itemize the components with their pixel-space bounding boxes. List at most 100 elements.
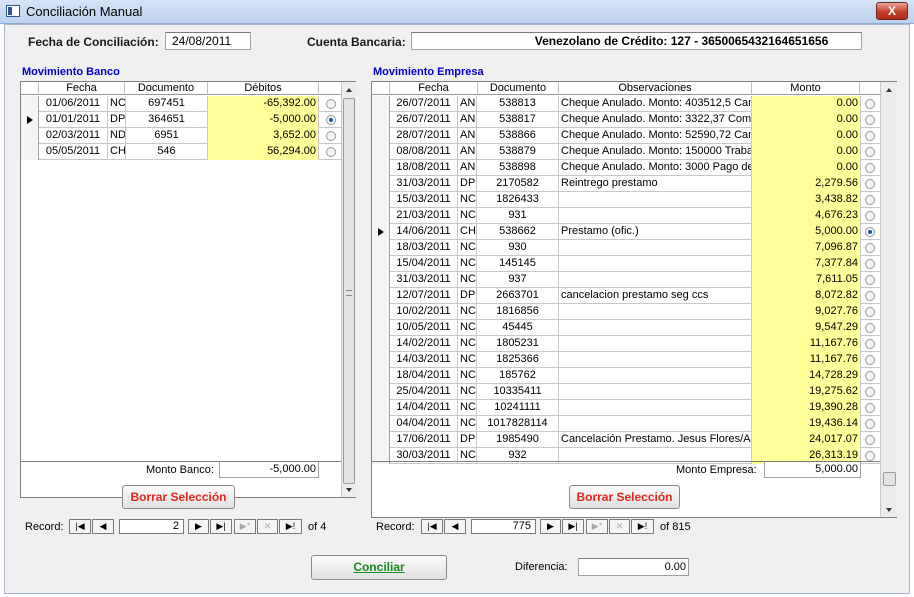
empresa-cell-documento[interactable]: 2663701 (477, 288, 559, 304)
empresa-cell-tipo[interactable]: AN (458, 112, 477, 128)
empresa-cell-documento[interactable]: 1017828114 (477, 416, 559, 432)
empresa-cell-fecha[interactable]: 15/04/2011 (390, 256, 458, 272)
banco-cell-tipo[interactable]: ND (108, 128, 126, 144)
empresa-cell-documento[interactable]: 538866 (477, 128, 559, 144)
select-radio-icon[interactable] (865, 323, 875, 333)
empresa-cell-tipo[interactable]: NC (458, 240, 477, 256)
empresa-cell-tipo[interactable]: AN (458, 128, 477, 144)
select-radio-icon[interactable] (865, 179, 875, 189)
empresa-cell-obs[interactable] (559, 192, 752, 208)
empresa-cell-obs[interactable]: Cancelación Prestamo. Jesus Flores/Apl (559, 432, 752, 448)
empresa-cell-tipo[interactable]: NC (458, 192, 477, 208)
empresa-cell-monto[interactable]: 0.00 (752, 160, 861, 176)
empresa-cell-fecha[interactable]: 08/08/2011 (390, 144, 458, 160)
empresa-scroll-thumb[interactable] (883, 472, 896, 486)
banco-cell-monto[interactable]: -65,392.00 (208, 96, 319, 112)
banco-cell-documento[interactable]: 6951 (126, 128, 208, 144)
empresa-last-record-icon[interactable]: ▶| (562, 519, 584, 534)
empresa-row[interactable]: 17/06/2011 DP 1985490 Cancelación Prestamo.… (372, 432, 880, 448)
select-radio-icon[interactable] (865, 243, 875, 253)
empresa-cell-monto[interactable]: 11,167.76 (752, 352, 861, 368)
empresa-cell-monto[interactable]: 7,611.05 (752, 272, 861, 288)
empresa-record-number[interactable]: 775 (471, 519, 536, 534)
empresa-cell-obs[interactable] (559, 320, 752, 336)
empresa-cell-monto[interactable]: 2,279.56 (752, 176, 861, 192)
record-selector[interactable] (21, 128, 39, 144)
empresa-cell-documento[interactable]: 145145 (477, 256, 559, 272)
empresa-row[interactable]: 26/07/2011 AN 538817 Cheque Anulado. Monto:… (372, 112, 880, 128)
banco-cell-monto[interactable]: 3,652.00 (208, 128, 319, 144)
empresa-cell-monto[interactable]: 3,438.82 (752, 192, 861, 208)
record-selector[interactable] (372, 240, 390, 256)
empresa-cell-tipo[interactable]: NC (458, 272, 477, 288)
empresa-cell-monto[interactable]: 8,072.82 (752, 288, 861, 304)
record-selector[interactable] (372, 256, 390, 272)
record-selector[interactable] (372, 144, 390, 160)
record-selector[interactable] (372, 416, 390, 432)
banco-cell-documento[interactable]: 697451 (126, 96, 208, 112)
empresa-cell-documento[interactable]: 931 (477, 208, 559, 224)
record-selector[interactable] (372, 384, 390, 400)
empresa-cell-obs[interactable]: Cheque Anulado. Monto: 3322,37 Comp (559, 112, 752, 128)
select-radio-icon[interactable] (865, 227, 875, 237)
empresa-cell-tipo[interactable]: NC (458, 400, 477, 416)
empresa-cell-monto[interactable]: 9,547.29 (752, 320, 861, 336)
record-selector[interactable] (372, 96, 390, 112)
record-selector[interactable] (372, 208, 390, 224)
empresa-cell-monto[interactable]: 5,000.00 (752, 224, 861, 240)
empresa-row[interactable]: 12/07/2011 DP 2663701 cancelacion prestamo … (372, 288, 880, 304)
empresa-cell-fecha[interactable]: 21/03/2011 (390, 208, 458, 224)
conciliar-button[interactable]: Conciliar (311, 555, 447, 580)
empresa-cell-obs[interactable] (559, 256, 752, 272)
empresa-cell-tipo[interactable]: DP (458, 176, 477, 192)
banco-cell-tipo[interactable]: CH (108, 144, 126, 160)
select-radio-icon[interactable] (865, 387, 875, 397)
borrar-seleccion-banco-button[interactable]: Borrar Selección (122, 485, 235, 509)
empresa-row[interactable]: 14/03/2011 NC 1825366 11,167.76 (372, 352, 880, 368)
empresa-cell-documento[interactable]: 937 (477, 272, 559, 288)
banco-cell-fecha[interactable]: 02/03/2011 (39, 128, 108, 144)
empresa-cell-obs[interactable]: Cheque Anulado. Monto: 403512,5 Can (559, 96, 752, 112)
empresa-cell-documento[interactable]: 538662 (477, 224, 559, 240)
empresa-cell-fecha[interactable]: 12/07/2011 (390, 288, 458, 304)
empresa-cell-obs[interactable]: Prestamo (ofic.) (559, 224, 752, 240)
banco-col-documento[interactable]: Documento (125, 82, 208, 95)
empresa-cell-documento[interactable]: 538817 (477, 112, 559, 128)
empresa-cell-fecha[interactable]: 28/07/2011 (390, 128, 458, 144)
empresa-cell-monto[interactable]: 0.00 (752, 96, 861, 112)
record-selector[interactable] (372, 192, 390, 208)
empresa-row[interactable]: 18/08/2011 AN 538898 Cheque Anulado. Monto:… (372, 160, 880, 176)
select-radio-icon[interactable] (865, 307, 875, 317)
banco-cell-monto[interactable]: 56,294.00 (208, 144, 319, 160)
empresa-cell-documento[interactable]: 1816856 (477, 304, 559, 320)
empresa-row[interactable]: 28/07/2011 AN 538866 Cheque Anulado. Monto:… (372, 128, 880, 144)
banco-row[interactable]: 02/03/2011 ND 6951 3,652.00 (21, 128, 341, 144)
select-radio-icon[interactable] (865, 291, 875, 301)
record-selector[interactable] (372, 176, 390, 192)
cuenta-bancaria-field[interactable]: Venezolano de Crédito: 127 - 36500654321… (411, 32, 862, 50)
empresa-cell-documento[interactable]: 10241111 (477, 400, 559, 416)
empresa-col-documento[interactable]: Documento (478, 82, 559, 95)
select-radio-icon[interactable] (865, 147, 875, 157)
empresa-cell-tipo[interactable]: AN (458, 96, 477, 112)
empresa-cell-fecha[interactable]: 04/04/2011 (390, 416, 458, 432)
empresa-cell-tipo[interactable]: AN (458, 160, 477, 176)
select-radio-icon[interactable] (865, 115, 875, 125)
empresa-cell-documento[interactable]: 10335411 (477, 384, 559, 400)
diferencia-field[interactable]: 0.00 (578, 558, 689, 576)
empresa-cell-tipo[interactable]: DP (458, 432, 477, 448)
empresa-row[interactable]: 18/03/2011 NC 930 7,096.87 (372, 240, 880, 256)
fecha-conciliacion-field[interactable]: 24/08/2011 (165, 32, 251, 50)
empresa-cell-monto[interactable]: 0.00 (752, 144, 861, 160)
empresa-cell-monto[interactable]: 4,676.23 (752, 208, 861, 224)
empresa-cell-obs[interactable] (559, 384, 752, 400)
banco-cell-tipo[interactable]: DP (108, 112, 126, 128)
banco-last-record-icon[interactable]: ▶| (210, 519, 232, 534)
select-radio-icon[interactable] (865, 211, 875, 221)
empresa-cell-obs[interactable] (559, 304, 752, 320)
empresa-cell-documento[interactable]: 1825366 (477, 352, 559, 368)
banco-cell-monto[interactable]: -5,000.00 (208, 112, 319, 128)
banco-row[interactable]: 05/05/2011 CH 546 56,294.00 (21, 144, 341, 160)
select-radio-icon[interactable] (865, 371, 875, 381)
banco-col-fecha[interactable]: Fecha (39, 82, 125, 95)
